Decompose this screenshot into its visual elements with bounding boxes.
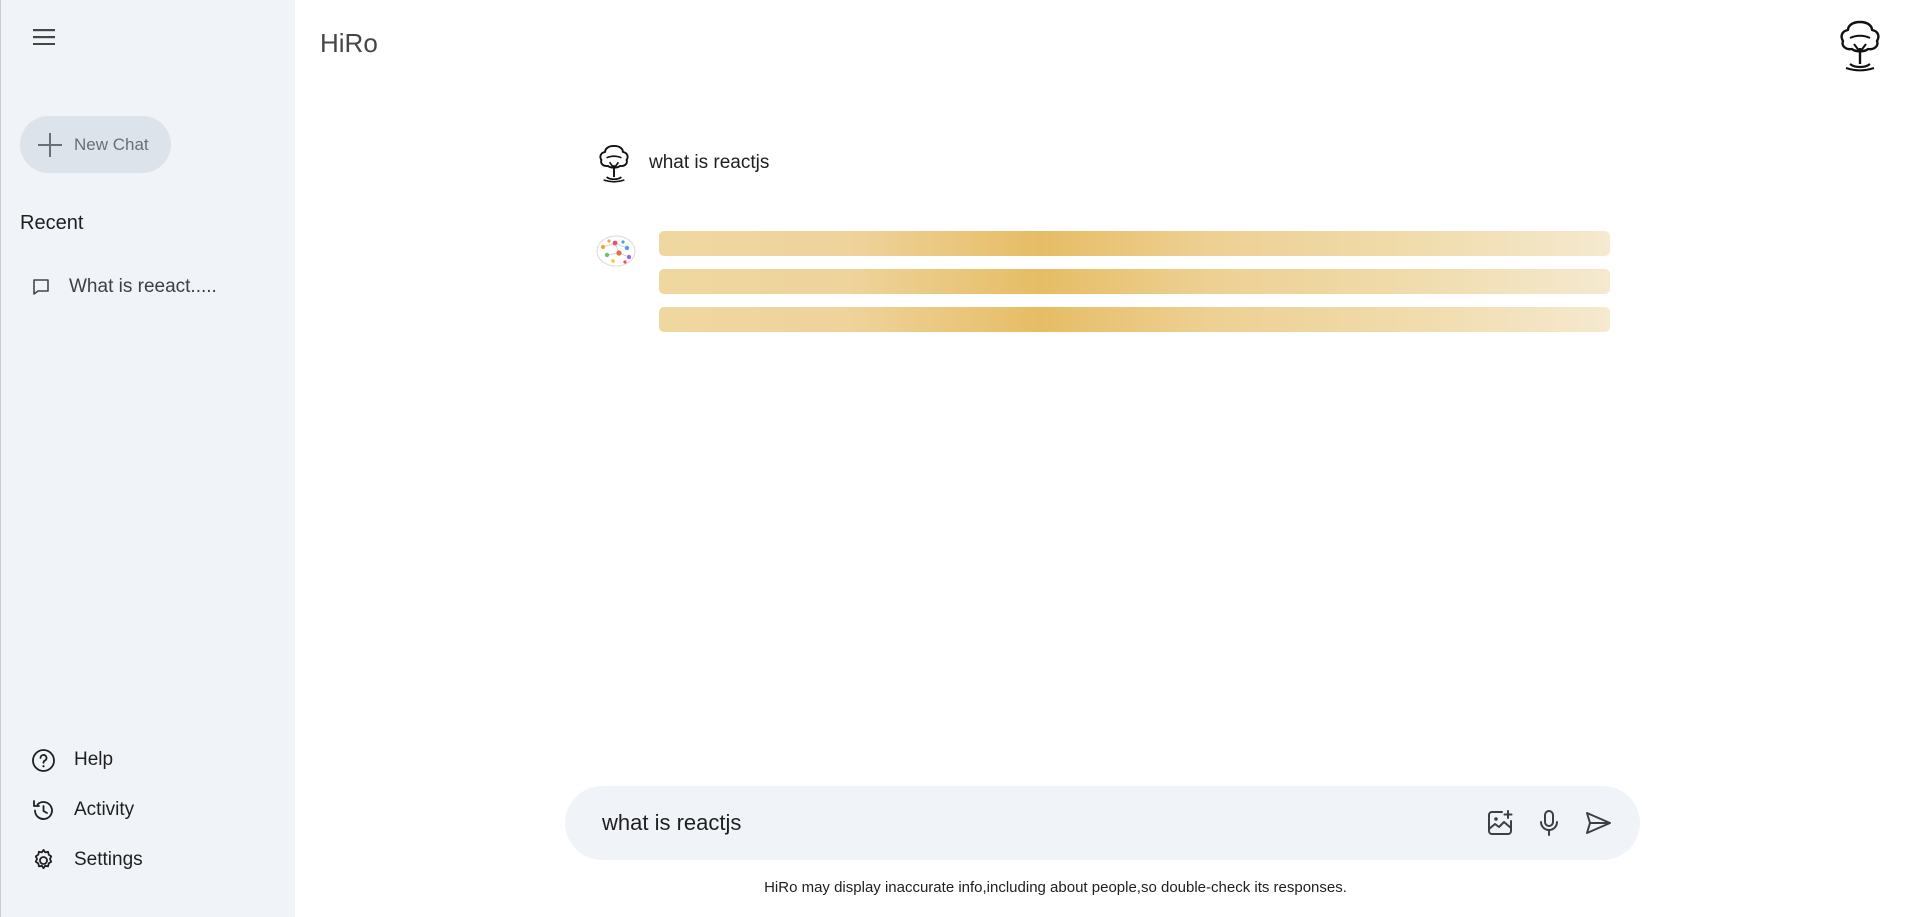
recent-heading: Recent xyxy=(20,212,84,234)
recent-chat-label: What is reeact..... xyxy=(69,276,217,297)
send-icon xyxy=(1586,812,1611,834)
image-add-icon xyxy=(1488,810,1513,835)
send-button[interactable] xyxy=(1580,805,1616,841)
activity-link[interactable]: Activity xyxy=(31,795,134,825)
recent-chat-item[interactable]: What is reeact..... xyxy=(31,272,217,302)
add-image-button[interactable] xyxy=(1482,805,1518,841)
response-loading-bar xyxy=(659,307,1610,332)
composer xyxy=(565,786,1640,860)
chat-bubble-icon xyxy=(33,279,49,295)
plus-icon xyxy=(38,132,62,157)
brain-icon xyxy=(596,235,636,267)
activity-label: Activity xyxy=(74,799,135,820)
tree-avatar-icon xyxy=(1840,20,1880,72)
new-chat-button[interactable]: New Chat xyxy=(20,116,171,173)
disclaimer-text: HiRo may display inaccurate info,includi… xyxy=(764,879,1347,896)
help-label: Help xyxy=(74,749,114,770)
new-chat-label: New Chat xyxy=(74,134,149,154)
app-title: HiRo xyxy=(320,28,378,58)
help-icon xyxy=(32,748,55,772)
history-icon xyxy=(33,799,53,820)
user-message: what is reactjs xyxy=(596,143,769,183)
help-link[interactable]: Help xyxy=(31,745,113,775)
response-loading-bar xyxy=(659,269,1610,294)
mic-icon xyxy=(1540,810,1558,836)
menu-icon xyxy=(33,29,55,45)
sidebar: New Chat Recent What is reeact..... Help… xyxy=(0,0,295,917)
menu-button[interactable] xyxy=(29,22,59,52)
settings-label: Settings xyxy=(74,849,143,870)
tree-avatar-icon xyxy=(599,145,629,183)
settings-link[interactable]: Settings xyxy=(31,845,143,875)
disclaimer: HiRo may display inaccurate info,includi… xyxy=(0,879,1906,896)
prompt-input[interactable] xyxy=(600,809,1469,837)
gear-icon xyxy=(34,848,53,869)
voice-input-button[interactable] xyxy=(1531,805,1567,841)
user-message-text: what is reactjs xyxy=(649,152,770,173)
profile-avatar-button[interactable] xyxy=(1836,18,1884,72)
response-loading-bar xyxy=(659,231,1610,256)
